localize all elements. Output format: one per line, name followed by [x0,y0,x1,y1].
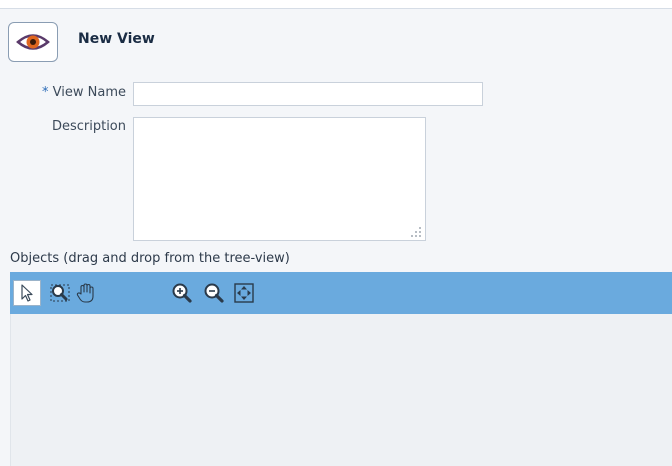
page-header: New View [0,9,672,67]
view-name-input[interactable] [133,82,483,106]
zoom-in-icon[interactable] [168,280,196,306]
description-input[interactable] [133,117,426,241]
objects-label: Objects (drag and drop from the tree-vie… [10,251,290,266]
description-field-wrap [133,117,426,241]
zoom-out-icon[interactable] [200,280,228,306]
diagram-canvas[interactable] [10,314,672,466]
eye-icon [8,22,58,62]
diagram-toolbar [10,272,672,314]
description-label: Description [51,119,126,134]
top-border [0,0,672,9]
required-mark: * [42,85,49,100]
page-title: New View [78,31,155,47]
view-name-label: * View Name [42,85,126,100]
zoom-area-icon[interactable] [46,280,74,306]
pan-hand-icon[interactable] [72,280,100,306]
resize-handle-icon[interactable] [410,226,422,238]
select-pointer-icon[interactable] [13,280,41,306]
fit-to-screen-icon[interactable] [230,280,258,306]
